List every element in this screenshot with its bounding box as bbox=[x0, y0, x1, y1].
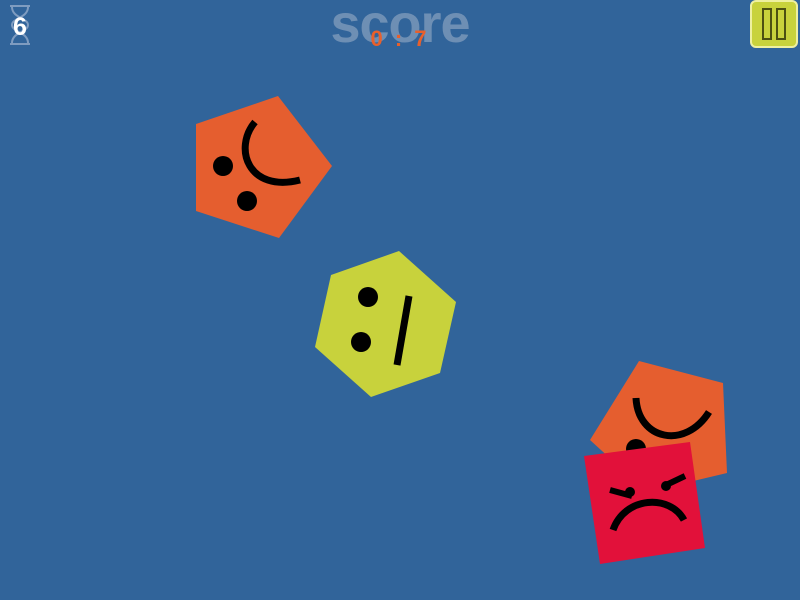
face-eye bbox=[213, 156, 233, 176]
shape-yellow-hexagon-neutral[interactable] bbox=[310, 245, 460, 405]
shape-red-square-angry[interactable] bbox=[580, 440, 710, 570]
face-eye bbox=[351, 332, 371, 352]
shape-orange-pentagon-sad[interactable] bbox=[190, 90, 340, 245]
face-eye bbox=[237, 191, 257, 211]
face-eye bbox=[661, 481, 671, 491]
face-eye bbox=[358, 287, 378, 307]
pause-button[interactable] bbox=[750, 0, 798, 48]
pause-bar-right bbox=[776, 8, 786, 40]
score-value: 0 : 7 bbox=[370, 26, 430, 51]
face-eye bbox=[625, 487, 635, 497]
game-stage[interactable]: 6 score 0 : 7 bbox=[0, 0, 800, 600]
hexagon-body bbox=[315, 251, 456, 397]
pause-bar-left bbox=[762, 8, 772, 40]
